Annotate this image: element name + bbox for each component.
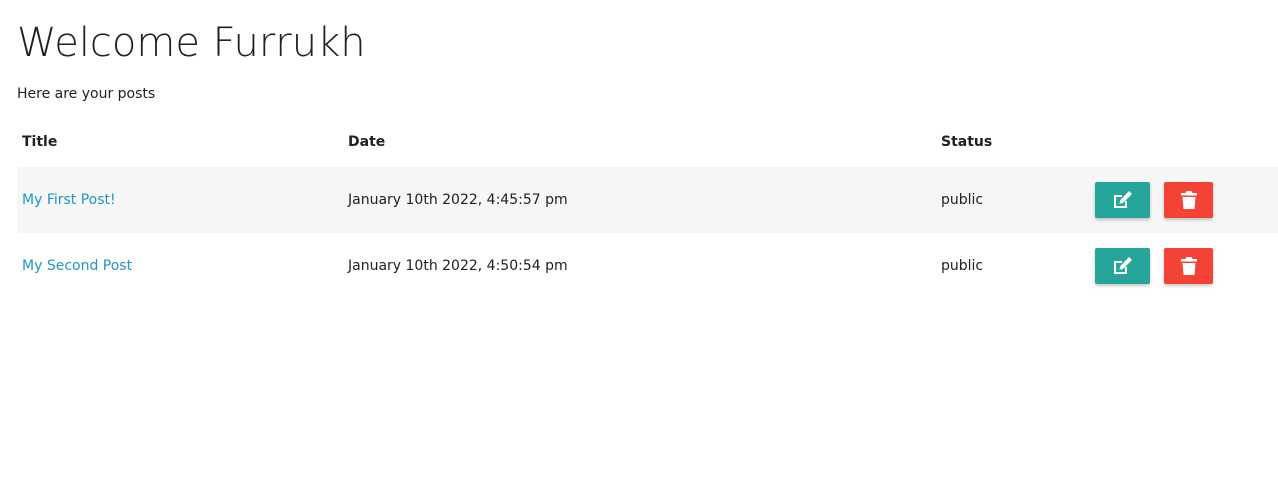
table-row: My First Post! January 10th 2022, 4:45:5… [17,167,1278,233]
trash-icon [1180,191,1197,209]
edit-post-button[interactable] [1095,248,1150,284]
edit-post-button[interactable] [1095,182,1150,218]
posts-table-body: My First Post! January 10th 2022, 4:45:5… [17,167,1278,299]
post-date-cell: January 10th 2022, 4:50:54 pm [348,258,568,274]
post-title-cell: My First Post! [17,167,343,233]
dashboard-page: Welcome Furrukh Here are your posts Titl… [0,0,1278,477]
column-header-actions [1086,116,1278,167]
edit-icon [1113,257,1132,274]
header-row: Title Date Status [17,116,1278,167]
edit-icon [1113,191,1132,208]
delete-post-button[interactable] [1164,248,1214,284]
post-date-cell: January 10th 2022, 4:45:57 pm [348,192,568,208]
post-title-cell: My Second Post [17,233,343,299]
post-status-cell: public [941,192,984,208]
post-title-link[interactable]: My Second Post [22,258,132,274]
table-row: My Second Post January 10th 2022, 4:50:5… [17,233,1278,299]
column-header-status: Status [941,133,993,150]
column-header-title: Title [22,133,58,150]
post-title-link[interactable]: My First Post! [22,192,116,208]
post-actions-cell [1086,233,1278,299]
post-actions-cell [1086,167,1278,233]
posts-table-header: Title Date Status [17,116,1278,167]
page-subtitle: Here are your posts [17,86,156,102]
delete-post-button[interactable] [1164,182,1214,218]
column-header-date: Date [348,133,386,150]
post-status-cell: public [941,258,984,274]
trash-icon [1180,257,1197,275]
posts-table: Title Date Status My First Post! January… [17,116,1278,299]
page-title: Welcome Furrukh [17,20,366,66]
